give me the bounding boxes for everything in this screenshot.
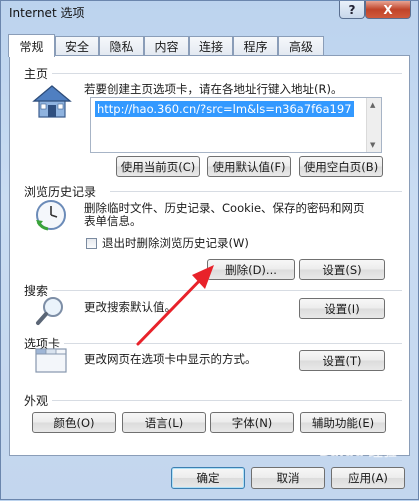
cancel-button[interactable]: 取消	[251, 467, 325, 489]
apply-button[interactable]: 应用(A)	[331, 467, 405, 489]
red-arrow-annotation-icon	[136, 265, 214, 346]
watermark: Baidu 经验	[319, 444, 397, 460]
tab-general[interactable]: 常规	[8, 34, 55, 57]
ok-button[interactable]: 确定	[171, 467, 245, 489]
internet-options-window: Internet 选项 ? X 常规 安全 隐私 内容 连接 程序 高级 主页 …	[0, 0, 419, 500]
